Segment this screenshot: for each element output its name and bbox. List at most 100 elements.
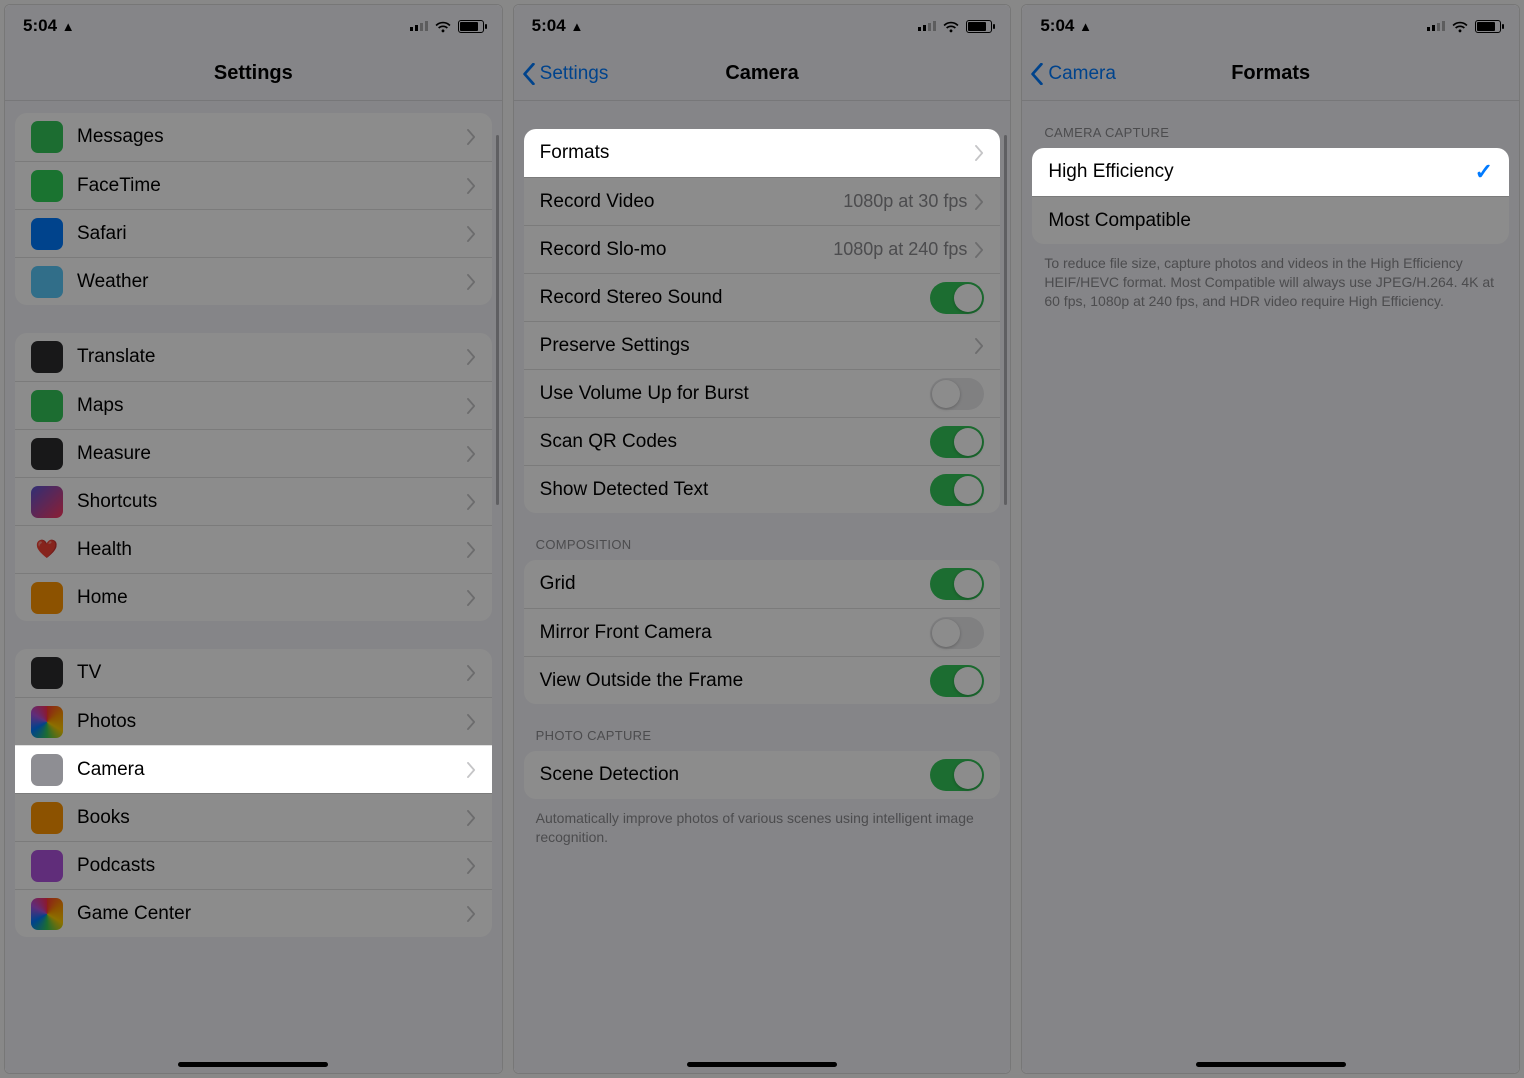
chevron-right-icon <box>467 446 476 462</box>
formats-list[interactable]: CAMERA CAPTURE High Efficiency✓Most Comp… <box>1022 101 1519 1073</box>
home-indicator[interactable] <box>1196 1062 1346 1067</box>
setting-row-mirror-front-camera[interactable]: Mirror Front Camera <box>524 608 1001 656</box>
safari-icon <box>31 218 63 250</box>
setting-row-record-video[interactable]: Record Video1080p at 30 fps <box>524 177 1001 225</box>
row-label: Use Volume Up for Burst <box>540 383 931 405</box>
row-label: Camera <box>77 759 467 781</box>
row-label: FaceTime <box>77 175 467 197</box>
nav-title: Settings <box>214 62 293 85</box>
settings-row-photos[interactable]: Photos <box>15 697 492 745</box>
settings-row-podcasts[interactable]: Podcasts <box>15 841 492 889</box>
setting-row-grid[interactable]: Grid <box>524 560 1001 608</box>
battery-icon <box>458 20 484 33</box>
facetime-icon <box>31 170 63 202</box>
toggle-switch[interactable] <box>930 759 984 791</box>
chevron-right-icon <box>975 194 984 210</box>
chevron-right-icon <box>467 714 476 730</box>
toggle-switch[interactable] <box>930 426 984 458</box>
setting-row-scene-detection[interactable]: Scene Detection <box>524 751 1001 799</box>
measure-icon <box>31 438 63 470</box>
settings-list[interactable]: Messages FaceTime Safari Weather Translate Ma… <box>5 101 502 1073</box>
setting-row-view-outside-the-frame[interactable]: View Outside the Frame <box>524 656 1001 704</box>
photos-icon <box>31 706 63 738</box>
health-icon: ❤️ <box>31 534 63 566</box>
settings-row-shortcuts[interactable]: Shortcuts <box>15 477 492 525</box>
setting-row-use-volume-up-for-burst[interactable]: Use Volume Up for Burst <box>524 369 1001 417</box>
formats-footer: To reduce file size, capture photos and … <box>1022 244 1519 315</box>
podcasts-icon <box>31 850 63 882</box>
setting-row-record-slo-mo[interactable]: Record Slo-mo1080p at 240 fps <box>524 225 1001 273</box>
screen-camera: 5:04 ▲ Settings Camera FormatsRecord Vid… <box>513 4 1012 1074</box>
back-button[interactable]: Settings <box>522 63 609 85</box>
setting-row-preserve-settings[interactable]: Preserve Settings <box>524 321 1001 369</box>
settings-row-facetime[interactable]: FaceTime <box>15 161 492 209</box>
back-button[interactable]: Camera <box>1030 63 1116 85</box>
row-label: Podcasts <box>77 855 467 877</box>
chevron-right-icon <box>467 810 476 826</box>
scrollbar[interactable] <box>496 135 499 505</box>
row-label: Safari <box>77 223 467 245</box>
row-label: TV <box>77 662 467 684</box>
settings-row-books[interactable]: Books <box>15 793 492 841</box>
cellular-icon <box>1427 21 1445 31</box>
toggle-switch[interactable] <box>930 665 984 697</box>
settings-row-health[interactable]: ❤️Health <box>15 525 492 573</box>
chevron-right-icon <box>467 129 476 145</box>
row-label: Measure <box>77 443 467 465</box>
setting-row-show-detected-text[interactable]: Show Detected Text <box>524 465 1001 513</box>
row-label: View Outside the Frame <box>540 670 931 692</box>
settings-row-camera[interactable]: Camera <box>15 745 492 793</box>
toggle-switch[interactable] <box>930 617 984 649</box>
nav-bar: Settings Camera <box>514 47 1011 101</box>
weather-icon <box>31 266 63 298</box>
status-time: 5:04 <box>23 16 57 35</box>
chevron-right-icon <box>467 178 476 194</box>
chevron-left-icon <box>1030 63 1044 85</box>
settings-row-measure[interactable]: Measure <box>15 429 492 477</box>
home-indicator[interactable] <box>687 1062 837 1067</box>
home-indicator[interactable] <box>178 1062 328 1067</box>
toggle-switch[interactable] <box>930 378 984 410</box>
settings-row-messages[interactable]: Messages <box>15 113 492 161</box>
row-label: Record Slo-mo <box>540 239 834 261</box>
chevron-right-icon <box>467 398 476 414</box>
back-label: Camera <box>1048 63 1116 85</box>
settings-row-game-center[interactable]: Game Center <box>15 889 492 937</box>
settings-row-weather[interactable]: Weather <box>15 257 492 305</box>
row-label: Mirror Front Camera <box>540 622 931 644</box>
settings-row-home[interactable]: Home <box>15 573 492 621</box>
setting-row-record-stereo-sound[interactable]: Record Stereo Sound <box>524 273 1001 321</box>
format-option-most-compatible[interactable]: Most Compatible <box>1032 196 1509 244</box>
setting-row-formats[interactable]: Formats <box>524 129 1001 177</box>
photo-capture-header: PHOTO CAPTURE <box>514 704 1011 751</box>
toggle-switch[interactable] <box>930 282 984 314</box>
row-label: Photos <box>77 711 467 733</box>
format-option-high-efficiency[interactable]: High Efficiency✓ <box>1032 148 1509 196</box>
cellular-icon <box>918 21 936 31</box>
detail-value: 1080p at 30 fps <box>843 191 967 212</box>
toggle-switch[interactable] <box>930 568 984 600</box>
person-icon: ▲ <box>570 19 583 34</box>
nav-title: Formats <box>1231 62 1310 85</box>
person-icon: ▲ <box>62 19 75 34</box>
row-label: Maps <box>77 395 467 417</box>
nav-title: Camera <box>725 62 798 85</box>
settings-row-maps[interactable]: Maps <box>15 381 492 429</box>
settings-row-translate[interactable]: Translate <box>15 333 492 381</box>
gamecenter-icon <box>31 898 63 930</box>
scrollbar[interactable] <box>1004 135 1007 505</box>
shortcuts-icon <box>31 486 63 518</box>
settings-row-safari[interactable]: Safari <box>15 209 492 257</box>
camera-settings-list[interactable]: FormatsRecord Video1080p at 30 fpsRecord… <box>514 101 1011 1073</box>
toggle-switch[interactable] <box>930 474 984 506</box>
settings-row-tv[interactable]: TV <box>15 649 492 697</box>
chevron-right-icon <box>975 242 984 258</box>
row-label: Game Center <box>77 903 467 925</box>
setting-row-scan-qr-codes[interactable]: Scan QR Codes <box>524 417 1001 465</box>
chevron-right-icon <box>467 906 476 922</box>
tv-icon <box>31 657 63 689</box>
back-label: Settings <box>540 63 609 85</box>
chevron-right-icon <box>467 542 476 558</box>
chevron-right-icon <box>467 226 476 242</box>
checkmark-icon: ✓ <box>1475 159 1493 185</box>
